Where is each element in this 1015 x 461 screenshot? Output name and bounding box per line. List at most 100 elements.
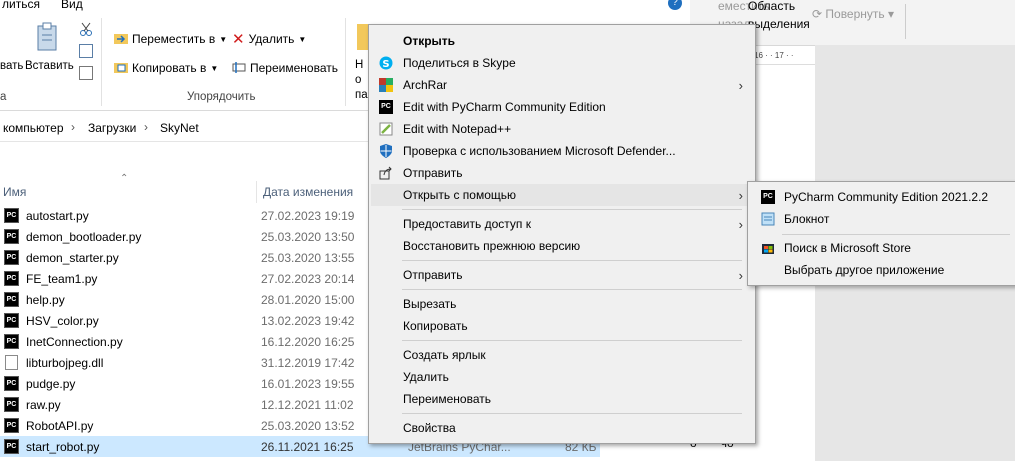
- file-name: autostart.py: [26, 208, 89, 223]
- cut-icon[interactable]: [79, 22, 93, 36]
- delete-icon: ✕: [232, 31, 245, 48]
- chevron-right-icon: ›: [738, 187, 743, 203]
- selection-pane-button[interactable]: Область выделения: [748, 0, 810, 33]
- archrar-icon: [378, 77, 394, 93]
- delete-label: Удалить: [248, 32, 295, 46]
- file-date: 27.02.2023 20:14: [261, 271, 355, 286]
- menu-item-rename[interactable]: Переименовать: [371, 388, 753, 410]
- menu-item-give-access[interactable]: Предоставить доступ к ›: [371, 213, 753, 235]
- paste-button[interactable]: Вставить: [25, 60, 74, 72]
- pycharm-file-icon: PC: [4, 292, 19, 307]
- file-name: help.py: [26, 292, 65, 307]
- menu-separator: [402, 289, 742, 290]
- file-date: 28.01.2020 15:00: [261, 292, 355, 307]
- chevron-right-icon: ›: [738, 267, 743, 283]
- move-to-label: Переместить в: [132, 32, 216, 46]
- copy-to-button[interactable]: Копировать в ▼: [111, 57, 221, 79]
- pycharm-file-icon: PC: [4, 334, 19, 349]
- paste-shortcut-icon[interactable]: [79, 66, 93, 80]
- sort-up-icon: ⌃: [120, 173, 129, 184]
- copy-to-icon: [114, 61, 128, 76]
- submenu-item-store[interactable]: Поиск в Microsoft Store: [750, 237, 1014, 259]
- pycharm-file-icon: PC: [4, 397, 19, 412]
- menu-item-restore-version[interactable]: Восстановить прежнюю версию: [371, 235, 753, 257]
- menu-item-label: Поделиться в Skype: [403, 56, 516, 70]
- menu-item-label: Edit with PyCharm Community Edition: [403, 100, 606, 114]
- menu-item-properties[interactable]: Свойства: [371, 417, 753, 439]
- pycharm-file-icon: PC: [4, 439, 19, 454]
- menu-item-label: Восстановить прежнюю версию: [403, 239, 581, 253]
- chevron-right-icon[interactable]: ›: [144, 120, 148, 134]
- submenu-item-notepad[interactable]: Блокнот: [750, 208, 1014, 230]
- submenu-item-choose-app[interactable]: Выбрать другое приложение: [750, 259, 1014, 281]
- submenu-item-label: Выбрать другое приложение: [784, 263, 945, 277]
- defender-shield-icon: [378, 143, 394, 159]
- tab-share[interactable]: литься: [2, 0, 40, 11]
- menu-item-label: Отправить: [403, 166, 463, 180]
- menu-separator: [402, 209, 742, 210]
- menu-item-defender[interactable]: Проверка с использованием Microsoft Defe…: [371, 140, 753, 162]
- file-name: HSV_color.py: [26, 313, 99, 328]
- tab-view[interactable]: Вид: [61, 0, 83, 11]
- menu-item-cut[interactable]: Вырезать: [371, 293, 753, 315]
- pycharm-file-icon: PC: [4, 250, 19, 265]
- new-folder-button[interactable]: Но па: [355, 58, 369, 103]
- column-header-date[interactable]: Дата изменения: [263, 185, 353, 199]
- column-header-name[interactable]: Имя: [3, 185, 26, 199]
- file-date: 26.11.2021 16:25: [261, 439, 354, 454]
- chevron-down-icon: ▼: [298, 34, 307, 44]
- menu-item-edit-notepadpp[interactable]: Edit with Notepad++: [371, 118, 753, 140]
- column-divider[interactable]: [256, 181, 257, 203]
- rotate-button[interactable]: ⟳ Повернуть ▾: [812, 7, 894, 21]
- chevron-down-icon: ▼: [219, 34, 228, 44]
- submenu-item-label: PyCharm Community Edition 2021.2.2: [784, 190, 989, 204]
- menu-item-label: Вырезать: [403, 297, 457, 311]
- pycharm-icon: PC: [378, 99, 394, 115]
- menu-item-edit-pycharm[interactable]: PC Edit with PyCharm Community Edition: [371, 96, 753, 118]
- pycharm-file-icon: PC: [4, 418, 19, 433]
- menu-item-open[interactable]: Открыть: [371, 30, 753, 52]
- paste-left-label[interactable]: вать: [0, 60, 23, 72]
- menu-item-label: Переименовать: [403, 392, 491, 406]
- rotate-label: Повернуть: [825, 7, 885, 21]
- menu-item-send-to[interactable]: Отправить ›: [371, 264, 753, 286]
- pycharm-file-icon: PC: [4, 271, 19, 286]
- menu-item-label: Проверка с использованием Microsoft Defe…: [403, 144, 676, 158]
- submenu-item-pycharm[interactable]: PC PyCharm Community Edition 2021.2.2: [750, 186, 1014, 208]
- breadcrumb-item[interactable]: компьютер: [3, 121, 64, 135]
- breadcrumb-item[interactable]: SkyNet: [160, 121, 199, 135]
- copy-path-icon[interactable]: [79, 44, 93, 58]
- menu-item-open-with[interactable]: Открыть с помощью ›: [371, 184, 753, 206]
- microsoft-store-icon: [760, 240, 776, 256]
- menu-item-label: ArchRar: [403, 78, 448, 92]
- menu-item-share[interactable]: Отправить: [371, 162, 753, 184]
- open-with-submenu: PC PyCharm Community Edition 2021.2.2 Бло…: [747, 181, 1015, 286]
- group-organize-label: Упорядочить: [187, 91, 256, 103]
- paste-icon[interactable]: [36, 22, 58, 52]
- svg-text:S: S: [382, 59, 389, 70]
- menu-item-label: Предоставить доступ к: [403, 217, 531, 231]
- menu-item-skype[interactable]: S Поделиться в Skype: [371, 52, 753, 74]
- file-date: 25.03.2020 13:55: [261, 250, 355, 265]
- dll-file-icon: [5, 355, 18, 370]
- file-name: demon_starter.py: [26, 250, 119, 265]
- menu-separator: [782, 234, 1010, 235]
- chevron-right-icon[interactable]: ›: [71, 120, 75, 134]
- breadcrumb-item[interactable]: Загрузки: [88, 121, 136, 135]
- delete-button[interactable]: ✕ Удалить ▼: [229, 28, 309, 50]
- chevron-down-icon: ▼: [210, 63, 219, 73]
- file-name: raw.py: [26, 397, 61, 412]
- move-to-button[interactable]: Переместить в ▼: [111, 28, 230, 50]
- menu-item-delete[interactable]: Удалить: [371, 366, 753, 388]
- menu-item-label: Копировать: [403, 319, 468, 333]
- menu-separator: [402, 260, 742, 261]
- menu-item-label: Удалить: [403, 370, 449, 384]
- rotate-icon: ⟳: [812, 7, 826, 21]
- menu-item-archrar[interactable]: ArchRar ›: [371, 74, 753, 96]
- file-date: 25.03.2020 13:50: [261, 229, 355, 244]
- ruler-marks: 16 · · 17 · ·: [754, 51, 794, 60]
- rename-button[interactable]: Переименовать: [229, 57, 341, 79]
- pycharm-file-icon: PC: [4, 313, 19, 328]
- menu-item-copy[interactable]: Копировать: [371, 315, 753, 337]
- menu-item-create-shortcut[interactable]: Создать ярлык: [371, 344, 753, 366]
